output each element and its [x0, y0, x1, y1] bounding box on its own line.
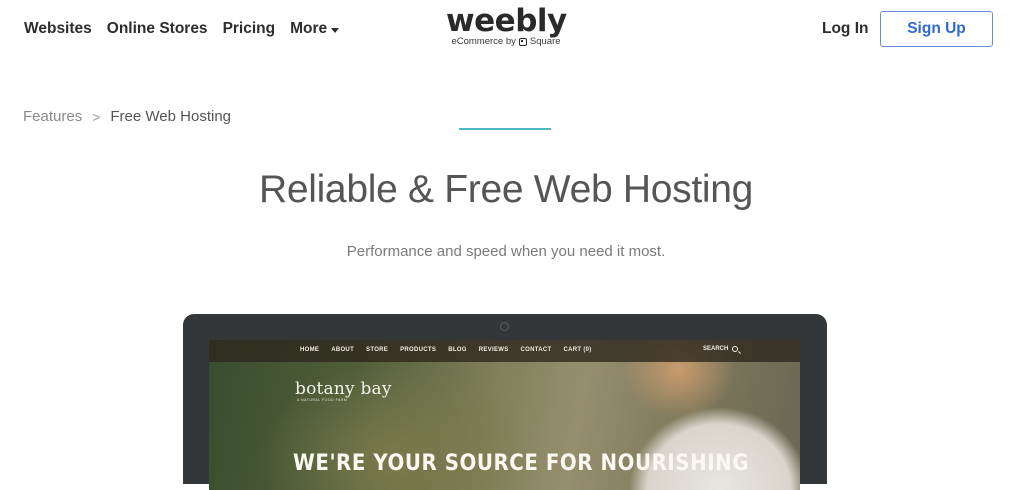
main-nav: Websites Online Stores Pricing More [24, 20, 340, 38]
nav-item-more-label: More [290, 20, 328, 37]
nav-item-pricing[interactable]: Pricing [223, 20, 276, 38]
square-logo-icon [518, 37, 527, 46]
laptop-mockup: HOME ABOUT STORE PRODUCTS BLOG REVIEWS C… [183, 314, 827, 490]
logo-wordmark: weebly [446, 3, 567, 39]
preview-nav-bar: HOME ABOUT STORE PRODUCTS BLOG REVIEWS C… [209, 340, 800, 362]
preview-nav-store: STORE [366, 347, 389, 353]
preview-nav-about: ABOUT [331, 347, 355, 353]
accent-divider [459, 128, 551, 130]
preview-brand-tagline: A NATURAL FOOD FARM [297, 398, 348, 402]
page-title: Reliable & Free Web Hosting [258, 168, 754, 211]
preview-nav-cart: CART (0) [563, 347, 592, 353]
preview-headline: WE'RE YOUR SOURCE FOR NOURISHING [293, 451, 750, 476]
preview-nav-reviews: REVIEWS [478, 347, 509, 353]
preview-nav-contact: CONTACT [520, 347, 552, 353]
signup-button[interactable]: Sign Up [880, 11, 993, 47]
logo-tagline: eCommerce by Square [446, 36, 566, 47]
nav-item-online-stores[interactable]: Online Stores [107, 20, 208, 38]
preview-search-label: SEARCH [703, 346, 729, 352]
nav-item-more[interactable]: More [290, 20, 340, 38]
breadcrumb-features-link[interactable]: Features [23, 108, 82, 125]
chevron-right-icon: > [92, 108, 101, 125]
camera-icon [500, 322, 509, 331]
nav-item-websites[interactable]: Websites [24, 20, 92, 38]
preview-nav-home: HOME [300, 347, 320, 353]
website-preview: HOME ABOUT STORE PRODUCTS BLOG REVIEWS C… [209, 340, 800, 490]
page-subtitle: Performance and speed when you need it m… [346, 243, 666, 260]
breadcrumb: Features > Free Web Hosting [23, 108, 231, 125]
weebly-logo[interactable]: weebly eCommerce by Square [446, 3, 567, 47]
login-link[interactable]: Log In [822, 20, 869, 38]
search-icon [732, 346, 739, 352]
preview-nav-items: HOME ABOUT STORE PRODUCTS BLOG REVIEWS C… [300, 347, 592, 353]
preview-brand-logo: botany bay [295, 379, 392, 399]
logo-tagline-prefix: eCommerce by [451, 36, 516, 47]
chevron-down-icon [331, 27, 340, 33]
preview-nav-blog: BLOG [448, 347, 467, 353]
breadcrumb-current: Free Web Hosting [110, 108, 231, 125]
logo-tagline-brand: Square [529, 36, 561, 47]
preview-nav-products: PRODUCTS [400, 347, 437, 353]
preview-search: SEARCH [703, 346, 739, 352]
